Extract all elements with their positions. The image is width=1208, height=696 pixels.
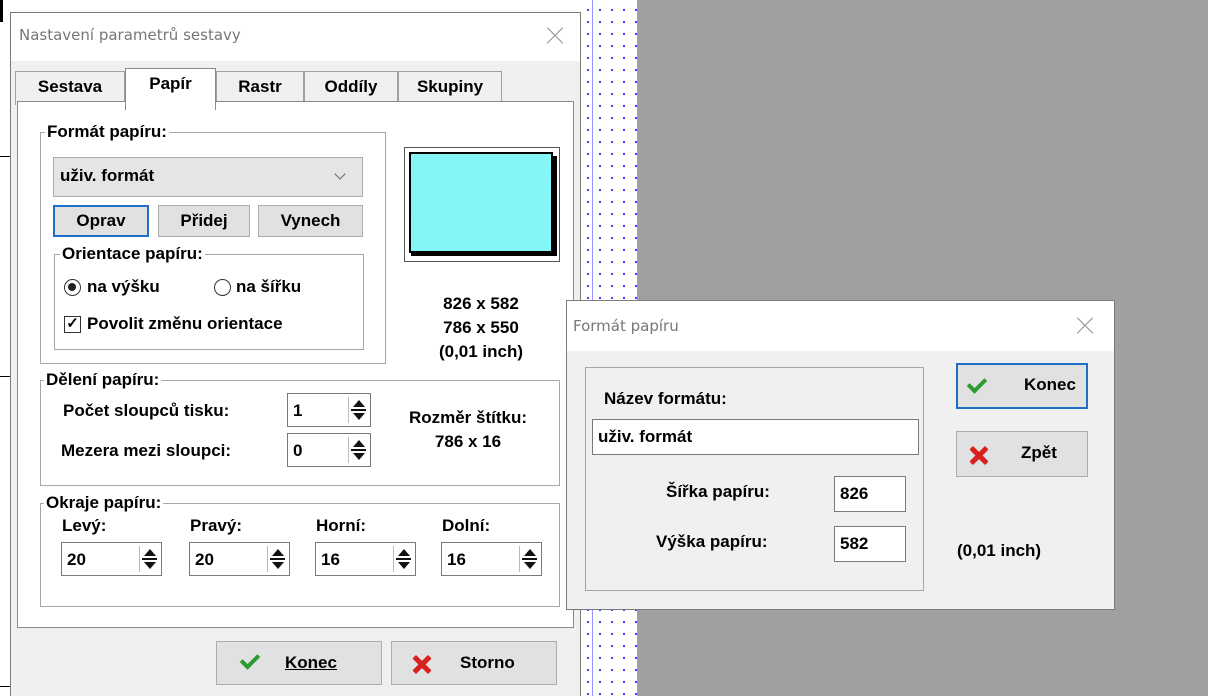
height-input[interactable]: 582 xyxy=(834,526,906,562)
close-icon[interactable] xyxy=(540,21,570,51)
height-value: 582 xyxy=(840,534,869,553)
cancel-button[interactable]: Storno xyxy=(391,641,557,685)
checkmark-icon xyxy=(966,373,988,394)
portrait-radio[interactable] xyxy=(64,279,81,296)
spinner-arrows-icon[interactable] xyxy=(519,546,539,572)
right-margin-spinner[interactable]: 20 xyxy=(189,542,290,576)
paper-size-total: 826 x 582 xyxy=(443,294,519,313)
label-size-value: 786 x 16 xyxy=(434,432,502,451)
tab-oddily[interactable]: Oddíly xyxy=(304,71,398,105)
dialog-title: Nastavení parametrů sestavy xyxy=(19,26,241,44)
columns-value: 1 xyxy=(293,401,303,420)
remove-format-button[interactable]: Vynech xyxy=(258,205,363,237)
paper-format-value: uživ. formát xyxy=(60,166,155,185)
paper-preview xyxy=(404,147,560,262)
right-margin-value: 20 xyxy=(195,550,214,569)
format-back-button[interactable]: Zpět xyxy=(956,431,1088,477)
margins-label: Okraje papíru: xyxy=(44,493,164,513)
label-size-title: Rozměr štítku: xyxy=(408,408,528,427)
dialog-title: Formát papíru xyxy=(573,317,679,335)
cross-icon xyxy=(412,654,432,674)
ruler-mark xyxy=(0,0,3,22)
top-margin-value: 16 xyxy=(321,550,340,569)
left-margin-label: Levý: xyxy=(62,516,107,535)
column-gap-value: 0 xyxy=(293,441,303,460)
tab-sestava[interactable]: Sestava xyxy=(15,71,125,105)
width-label: Šířka papíru: xyxy=(666,482,770,501)
tab-rastr[interactable]: Rastr xyxy=(216,71,304,105)
chevron-down-icon xyxy=(334,168,346,180)
right-margin-label: Pravý: xyxy=(190,516,242,535)
format-ok-label: Konec xyxy=(1024,375,1076,394)
add-format-button[interactable]: Přidej xyxy=(158,205,250,237)
cancel-button-label: Storno xyxy=(460,653,515,672)
paper-format-label: Formát papíru: xyxy=(45,122,169,142)
top-margin-spinner[interactable]: 16 xyxy=(315,542,416,576)
format-name-input[interactable]: uživ. formát xyxy=(592,419,919,455)
landscape-radio[interactable] xyxy=(214,279,231,296)
spinner-arrows-icon[interactable] xyxy=(139,546,159,572)
tab-papir[interactable]: Papír xyxy=(125,68,216,110)
column-gap-spinner[interactable]: 0 xyxy=(287,433,371,467)
ok-button-label: Konec xyxy=(285,653,337,672)
ruler-mark xyxy=(0,686,10,687)
columns-label: Počet sloupců tisku: xyxy=(63,401,230,420)
spinner-arrows-icon[interactable] xyxy=(348,437,368,463)
format-ok-button[interactable]: Konec xyxy=(956,363,1088,409)
width-value: 826 xyxy=(840,484,869,503)
landscape-label: na šířku xyxy=(236,277,302,296)
format-unit-label: (0,01 inch) xyxy=(957,541,1042,560)
portrait-label: na výšku xyxy=(87,277,160,296)
ruler-mark xyxy=(0,156,10,157)
spinner-arrows-icon[interactable] xyxy=(267,546,287,572)
paper-format-select[interactable]: uživ. formát xyxy=(53,157,363,197)
format-back-label: Zpět xyxy=(1021,443,1057,462)
paper-size-printable: 786 x 550 xyxy=(443,318,519,337)
title-bar: Nastavení parametrů sestavy xyxy=(11,13,580,61)
format-name-label: Název formátu: xyxy=(604,389,727,408)
height-label: Výška papíru: xyxy=(656,532,768,551)
ok-button[interactable]: Konec xyxy=(216,641,382,685)
orientation-group xyxy=(54,254,364,350)
bottom-margin-spinner[interactable]: 16 xyxy=(441,542,542,576)
checkmark-icon xyxy=(239,649,261,670)
close-icon[interactable] xyxy=(1070,311,1100,341)
spinner-arrows-icon[interactable] xyxy=(348,397,368,423)
tab-skupiny[interactable]: Skupiny xyxy=(398,71,502,105)
bottom-margin-value: 16 xyxy=(447,550,466,569)
format-name-value: uživ. formát xyxy=(598,427,693,446)
paper-division-label: Dělení papíru: xyxy=(44,370,162,390)
ruler-mark xyxy=(0,376,10,377)
left-margin-value: 20 xyxy=(67,550,86,569)
top-margin-label: Horní: xyxy=(316,516,367,535)
title-bar: Formát papíru xyxy=(567,301,1114,351)
allow-orientation-label: Povolit změnu orientace xyxy=(87,314,283,333)
width-input[interactable]: 826 xyxy=(834,476,906,512)
column-gap-label: Mezera mezi sloupci: xyxy=(61,441,232,460)
format-fields-group: Název formátu: uživ. formát Šířka papíru… xyxy=(585,367,924,591)
paper-format-dialog: Formát papíru Název formátu: uživ. formá… xyxy=(566,300,1115,610)
report-settings-dialog: Nastavení parametrů sestavy Sestava Papí… xyxy=(10,12,581,696)
tab-page-papir: Formát papíru: uživ. formát Oprav Přidej… xyxy=(17,101,574,628)
paper-size-unit: (0,01 inch) xyxy=(438,342,524,361)
bottom-margin-label: Dolní: xyxy=(442,516,491,535)
allow-orientation-checkbox[interactable]: ✓ xyxy=(64,316,81,333)
left-margin-spinner[interactable]: 20 xyxy=(61,542,162,576)
columns-spinner[interactable]: 1 xyxy=(287,393,371,427)
spinner-arrows-icon[interactable] xyxy=(393,546,413,572)
cross-icon xyxy=(969,445,989,465)
orientation-label: Orientace papíru: xyxy=(60,244,205,264)
edit-format-button[interactable]: Oprav xyxy=(53,205,149,237)
